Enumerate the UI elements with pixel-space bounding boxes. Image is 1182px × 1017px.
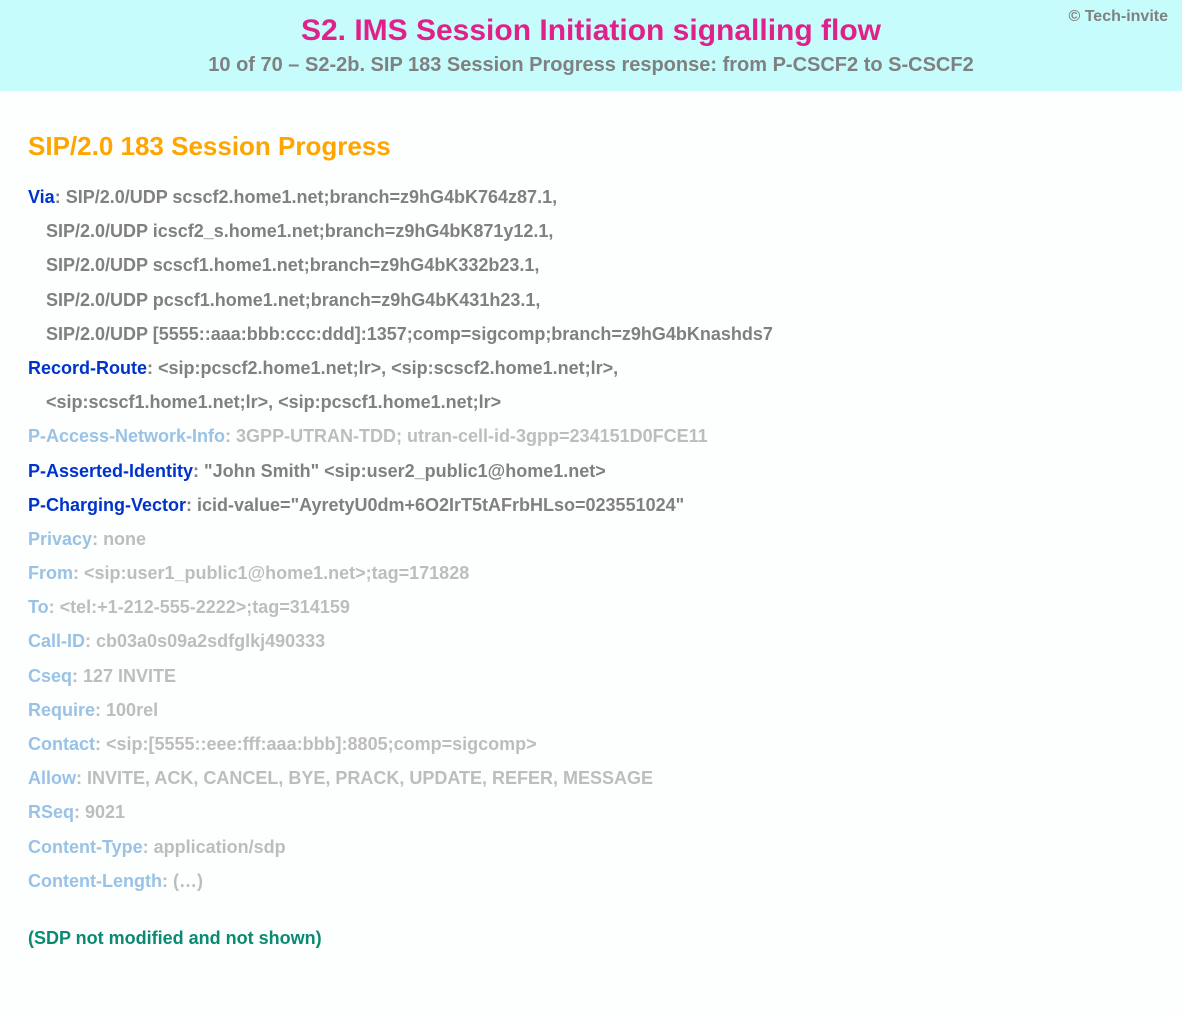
- sip-header-line: From: <sip:user1_public1@home1.net>;tag=…: [28, 556, 1154, 590]
- sip-header-line: P-Access-Network-Info: 3GPP-UTRAN-TDD; u…: [28, 419, 1154, 453]
- sip-header-line: SIP/2.0/UDP [5555::aaa:bbb:ccc:ddd]:1357…: [28, 317, 1154, 351]
- sip-header-value: SIP/2.0/UDP icscf2_s.home1.net;branch=z9…: [46, 221, 553, 241]
- sip-header-name: Content-Length: [28, 871, 162, 891]
- sip-header-name: P-Charging-Vector: [28, 495, 186, 515]
- sdp-note: (SDP not modified and not shown): [28, 928, 1154, 949]
- sip-headers: Via: SIP/2.0/UDP scscf2.home1.net;branch…: [28, 180, 1154, 898]
- sip-header-value: 9021: [85, 802, 125, 822]
- sip-header-value: <tel:+1-212-555-2222>;tag=314159: [60, 597, 350, 617]
- sip-header-value: (…): [173, 871, 203, 891]
- sip-header-line: Content-Length: (…): [28, 864, 1154, 898]
- sip-status-line: SIP/2.0 183 Session Progress: [28, 131, 1154, 162]
- sip-header-line: Content-Type: application/sdp: [28, 830, 1154, 864]
- page-subtitle: 10 of 70 – S2-2b. SIP 183 Session Progre…: [20, 54, 1162, 77]
- page-title: S2. IMS Session Initiation signalling fl…: [20, 14, 1162, 48]
- sip-header-line: Call-ID: cb03a0s09a2sdfglkj490333: [28, 624, 1154, 658]
- sip-header-name: To: [28, 597, 49, 617]
- sip-message-body: SIP/2.0 183 Session Progress Via: SIP/2.…: [0, 91, 1182, 989]
- sip-header-name: P-Access-Network-Info: [28, 426, 225, 446]
- sip-header-value: none: [103, 529, 146, 549]
- sip-header-line: Allow: INVITE, ACK, CANCEL, BYE, PRACK, …: [28, 761, 1154, 795]
- sip-header-name: RSeq: [28, 802, 74, 822]
- sip-header-name: Privacy: [28, 529, 92, 549]
- sip-header-value: SIP/2.0/UDP pcscf1.home1.net;branch=z9hG…: [46, 290, 540, 310]
- sip-header-name: P-Asserted-Identity: [28, 461, 193, 481]
- sip-header-line: SIP/2.0/UDP icscf2_s.home1.net;branch=z9…: [28, 214, 1154, 248]
- sip-header-line: SIP/2.0/UDP scscf1.home1.net;branch=z9hG…: [28, 248, 1154, 282]
- sip-header-value: <sip:scscf1.home1.net;lr>, <sip:pcscf1.h…: [46, 392, 501, 412]
- sip-header-name: Call-ID: [28, 631, 85, 651]
- sip-header-value: icid-value="AyretyU0dm+6O2IrT5tAFrbHLso=…: [197, 495, 684, 515]
- sip-header-value: INVITE, ACK, CANCEL, BYE, PRACK, UPDATE,…: [87, 768, 653, 788]
- sip-header-name: Require: [28, 700, 95, 720]
- sip-header-line: Privacy: none: [28, 522, 1154, 556]
- sip-header-value: <sip:user1_public1@home1.net>;tag=171828: [84, 563, 469, 583]
- sip-header-line: P-Charging-Vector: icid-value="AyretyU0d…: [28, 488, 1154, 522]
- sip-header-name: Content-Type: [28, 837, 143, 857]
- document-header: © Tech-invite S2. IMS Session Initiation…: [0, 0, 1182, 91]
- sip-header-line: <sip:scscf1.home1.net;lr>, <sip:pcscf1.h…: [28, 385, 1154, 419]
- sip-header-line: Contact: <sip:[5555::eee:fff:aaa:bbb]:88…: [28, 727, 1154, 761]
- sip-header-value: 3GPP-UTRAN-TDD; utran-cell-id-3gpp=23415…: [236, 426, 708, 446]
- sip-header-value: application/sdp: [154, 837, 286, 857]
- sip-header-value: 100rel: [106, 700, 158, 720]
- sip-header-line: Require: 100rel: [28, 693, 1154, 727]
- sip-header-value: SIP/2.0/UDP scscf2.home1.net;branch=z9hG…: [66, 187, 557, 207]
- sip-header-line: To: <tel:+1-212-555-2222>;tag=314159: [28, 590, 1154, 624]
- sip-header-value: "John Smith" <sip:user2_public1@home1.ne…: [204, 461, 606, 481]
- sip-header-line: RSeq: 9021: [28, 795, 1154, 829]
- sip-header-value: 127 INVITE: [83, 666, 176, 686]
- sip-header-line: SIP/2.0/UDP pcscf1.home1.net;branch=z9hG…: [28, 283, 1154, 317]
- sip-header-value: <sip:[5555::eee:fff:aaa:bbb]:8805;comp=s…: [106, 734, 537, 754]
- copyright-label: © Tech-invite: [1068, 8, 1168, 26]
- sip-header-value: cb03a0s09a2sdfglkj490333: [96, 631, 325, 651]
- sip-header-name: Contact: [28, 734, 95, 754]
- sip-header-value: SIP/2.0/UDP scscf1.home1.net;branch=z9hG…: [46, 255, 539, 275]
- sip-header-line: Record-Route: <sip:pcscf2.home1.net;lr>,…: [28, 351, 1154, 385]
- sip-header-line: Cseq: 127 INVITE: [28, 659, 1154, 693]
- sip-header-line: Via: SIP/2.0/UDP scscf2.home1.net;branch…: [28, 180, 1154, 214]
- sip-header-name: Allow: [28, 768, 76, 788]
- sip-header-name: From: [28, 563, 73, 583]
- sip-header-value: <sip:pcscf2.home1.net;lr>, <sip:scscf2.h…: [158, 358, 618, 378]
- sip-header-name: Record-Route: [28, 358, 147, 378]
- sip-header-name: Cseq: [28, 666, 72, 686]
- sip-header-value: SIP/2.0/UDP [5555::aaa:bbb:ccc:ddd]:1357…: [46, 324, 773, 344]
- sip-header-name: Via: [28, 187, 55, 207]
- sip-header-line: P-Asserted-Identity: "John Smith" <sip:u…: [28, 454, 1154, 488]
